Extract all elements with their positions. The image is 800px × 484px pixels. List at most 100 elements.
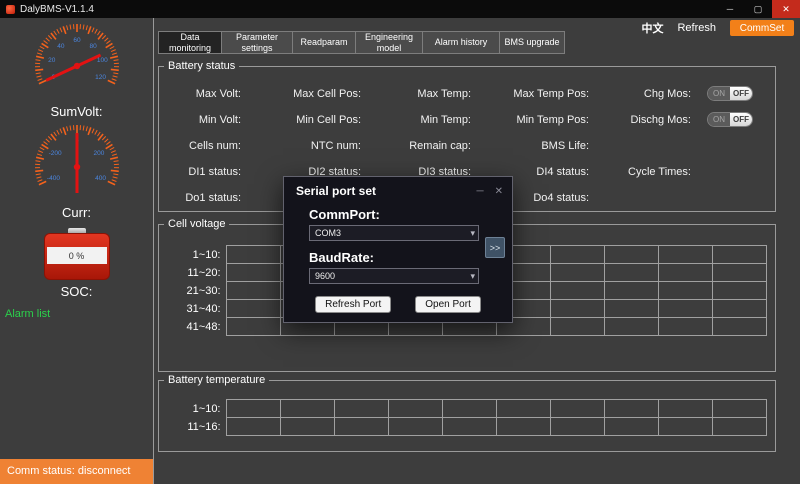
- cell-voltage-cell: [550, 264, 604, 282]
- status-label-bms-life: BMS Life:: [471, 133, 589, 159]
- cell-voltage-row-label: 21~30:: [163, 282, 226, 300]
- status-label-min-temp: Min Temp:: [361, 107, 471, 133]
- battery-temperature-cell: [442, 418, 496, 436]
- current-gauge: -400-2000200400: [14, 121, 140, 205]
- svg-text:120: 120: [95, 74, 106, 81]
- commport-select[interactable]: COM3 ▾: [309, 225, 479, 241]
- status-label-max-temp: Max Temp:: [361, 81, 471, 107]
- battery-temperature-cell: [226, 418, 280, 436]
- battery-temperature-cell: [550, 400, 604, 418]
- status-extra: [691, 159, 775, 185]
- battery-temperature-cell: [658, 400, 712, 418]
- status-label-do1-status: Do1 status:: [159, 185, 241, 211]
- battery-soc-icon: 0 %: [44, 228, 110, 280]
- sumvolt-gauge: 020406080100120: [14, 20, 140, 104]
- cell-voltage-cell: [712, 300, 766, 318]
- cell-voltage-cell: [604, 246, 658, 264]
- tab-readparam[interactable]: Readparam: [292, 31, 356, 54]
- tab-data-monitoring[interactable]: Data monitoring: [158, 31, 222, 54]
- status-label-di1-status: DI1 status:: [159, 159, 241, 185]
- expand-button[interactable]: >>: [485, 237, 505, 258]
- battery-temperature-cell: [280, 418, 334, 436]
- baudrate-select[interactable]: 9600 ▾: [309, 268, 479, 284]
- toggle-on-label: ON: [708, 113, 730, 126]
- soc-label: SOC:: [61, 284, 93, 299]
- cell-voltage-cell: [550, 318, 604, 336]
- dialog-title: Serial port set: [296, 184, 376, 198]
- tab-engineering-model[interactable]: Engineering model: [355, 31, 423, 54]
- cell-voltage-cell: [712, 282, 766, 300]
- status-spacer: [589, 185, 691, 211]
- battery-temperature-cell: [604, 400, 658, 418]
- battery-temperature-row: 1~10:: [163, 400, 766, 418]
- dialog-minimize-icon[interactable]: ─: [477, 186, 484, 197]
- alarm-list-label: Alarm list: [5, 308, 50, 320]
- status-spacer: [589, 133, 691, 159]
- close-icon[interactable]: ✕: [772, 0, 800, 18]
- maximize-icon[interactable]: ▢: [744, 0, 772, 18]
- svg-text:60: 60: [73, 37, 81, 44]
- window-controls: ─ ▢ ✕: [716, 0, 800, 18]
- svg-text:40: 40: [57, 43, 65, 50]
- window-title: DalyBMS-V1.1.4: [20, 4, 94, 15]
- app-window: DalyBMS-V1.1.4 ─ ▢ ✕ 中文 Refresh CommSet …: [0, 0, 800, 484]
- dialog-controls: ─ ✕: [477, 186, 503, 197]
- status-extra: [691, 133, 775, 159]
- status-label-max-cell-pos: Max Cell Pos:: [241, 81, 361, 107]
- svg-text:100: 100: [96, 57, 107, 64]
- status-label-max-volt: Max Volt:: [159, 81, 241, 107]
- toggle-on-label: ON: [708, 87, 730, 100]
- battery-temperature-cell: [388, 418, 442, 436]
- curr-label: Curr:: [62, 205, 91, 220]
- status-extra: ONOFF: [691, 107, 775, 133]
- battery-temperature-table: 1~10:11~16:: [163, 399, 767, 436]
- cell-voltage-cell: [550, 246, 604, 264]
- battery-temperature-row-label: 11~16:: [163, 418, 226, 436]
- battery-temperature-cell: [496, 418, 550, 436]
- quick-bar: 中文 Refresh CommSet: [641, 20, 794, 36]
- svg-text:-400: -400: [46, 175, 59, 182]
- status-label-min-temp-pos: Min Temp Pos:: [471, 107, 589, 133]
- battery-status-title: Battery status: [164, 60, 239, 72]
- cell-voltage-cell: [604, 282, 658, 300]
- cell-voltage-cell: [712, 246, 766, 264]
- battery-temperature-cell: [658, 418, 712, 436]
- cell-voltage-row-label: 11~20:: [163, 264, 226, 282]
- cell-voltage-cell: [604, 264, 658, 282]
- status-extra: ONOFF: [691, 81, 775, 107]
- battery-temperature-group: Battery temperature 1~10:11~16:: [158, 380, 776, 452]
- refresh-port-button[interactable]: Refresh Port: [315, 296, 391, 313]
- chg-mos-toggle[interactable]: ONOFF: [707, 86, 753, 101]
- open-port-button[interactable]: Open Port: [415, 296, 481, 313]
- tab-parameter-settings[interactable]: Parameter settings: [221, 31, 293, 54]
- status-label-dischg-mos: Dischg Mos:: [589, 107, 691, 133]
- toggle-off-label: OFF: [730, 113, 752, 126]
- language-toggle[interactable]: 中文: [641, 20, 663, 36]
- status-label-max-temp-pos: Max Temp Pos:: [471, 81, 589, 107]
- cell-voltage-cell: [226, 246, 280, 264]
- status-label-remain-cap: Remain cap:: [361, 133, 471, 159]
- svg-text:-200: -200: [48, 150, 61, 157]
- commset-button[interactable]: CommSet: [730, 20, 794, 36]
- dialog-close-icon[interactable]: ✕: [495, 186, 503, 197]
- serial-port-dialog: Serial port set ─ ✕ CommPort: COM3 ▾ >> …: [283, 176, 513, 323]
- commport-value: COM3: [315, 228, 341, 238]
- battery-temperature-cell: [496, 400, 550, 418]
- cell-voltage-cell: [604, 300, 658, 318]
- tab-bms-upgrade[interactable]: BMS upgrade: [499, 31, 565, 54]
- tab-alarm-history[interactable]: Alarm history: [422, 31, 500, 54]
- comm-status-bar: Comm status: disconnect: [0, 459, 153, 484]
- cell-voltage-row-label: 41~48:: [163, 318, 226, 336]
- dischg-mos-toggle[interactable]: ONOFF: [707, 112, 753, 127]
- cell-voltage-cell: [712, 318, 766, 336]
- minimize-icon[interactable]: ─: [716, 0, 744, 18]
- cell-voltage-cell: [226, 264, 280, 282]
- cell-voltage-cell: [226, 318, 280, 336]
- refresh-button[interactable]: Refresh: [677, 22, 716, 34]
- svg-text:20: 20: [48, 57, 56, 64]
- cell-voltage-cell: [550, 300, 604, 318]
- sumvolt-label: SumVolt:: [50, 104, 102, 119]
- cell-voltage-row-label: 1~10:: [163, 246, 226, 264]
- status-label-chg-mos: Chg Mos:: [589, 81, 691, 107]
- baudrate-value: 9600: [315, 271, 335, 281]
